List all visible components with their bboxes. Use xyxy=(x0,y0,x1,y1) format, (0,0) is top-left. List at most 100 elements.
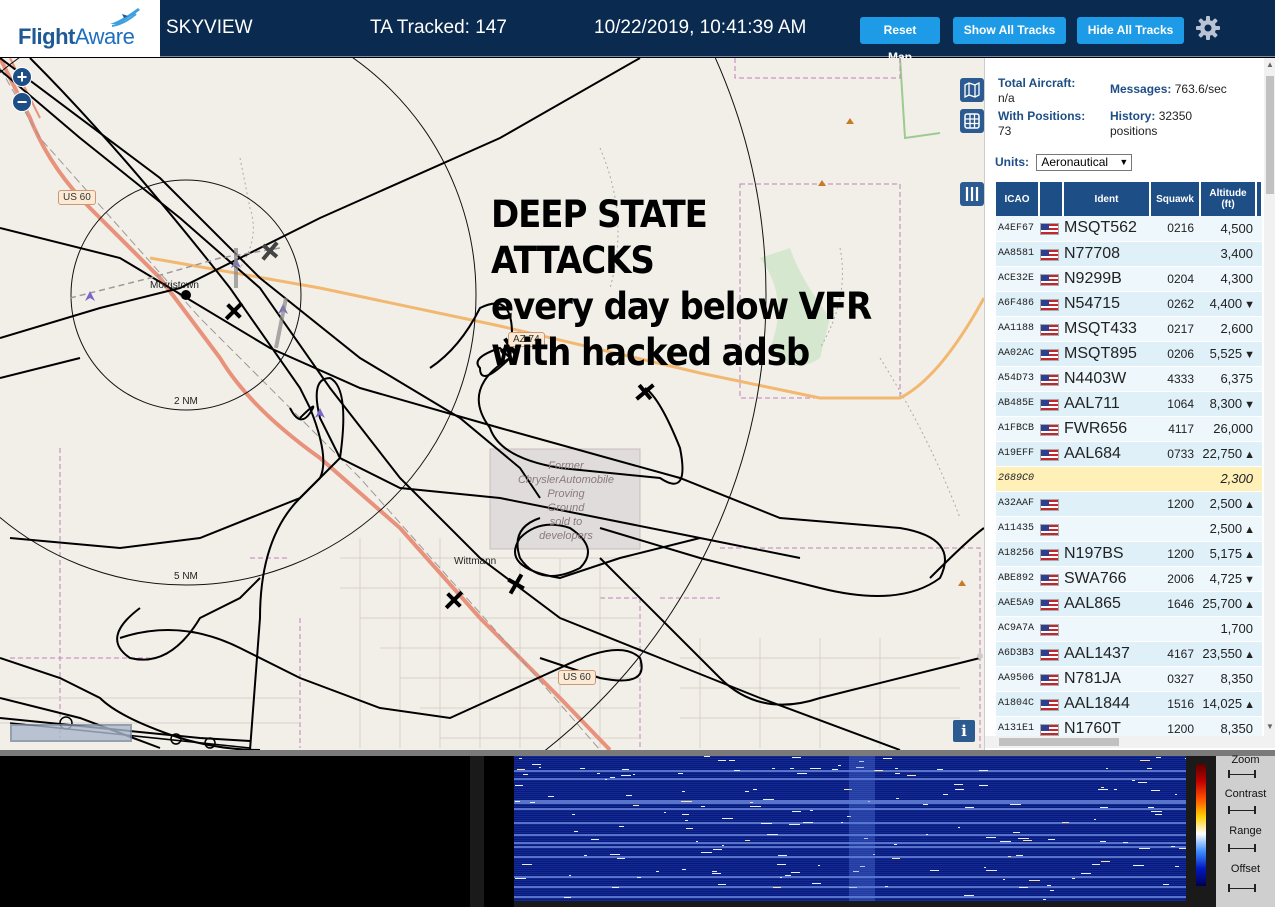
zoom-in-button[interactable]: + xyxy=(12,67,32,87)
contrast-slider[interactable] xyxy=(1228,806,1256,814)
zoom-label: Zoom xyxy=(1231,754,1260,766)
cell-pad xyxy=(1256,691,1262,717)
cell-ident xyxy=(1063,616,1150,642)
cell-icao: ACE32E xyxy=(996,266,1039,292)
cell-squawk xyxy=(1150,466,1200,492)
cell-squawk: 4117 xyxy=(1150,416,1200,442)
spectrogram-waterfall[interactable] xyxy=(514,756,1186,901)
total-aircraft-stat: Total Aircraft: n/a xyxy=(998,76,1075,106)
history-stat: History: 32350 positions xyxy=(1110,109,1192,139)
cell-ident: N9299B xyxy=(1063,266,1150,292)
cell-squawk: 4167 xyxy=(1150,641,1200,667)
column-header-flag[interactable] xyxy=(1039,182,1064,216)
table-row[interactable]: AAE5A9 AAL865 1646 25,700 ▲ xyxy=(996,591,1262,617)
scroll-up-icon[interactable]: ▲ xyxy=(1266,60,1274,69)
former-site-line: sold to xyxy=(549,516,583,528)
table-row[interactable]: A18256 N197BS 1200 5,175 ▲ xyxy=(996,541,1262,567)
us-flag-icon xyxy=(1040,523,1059,536)
scroll-down-icon[interactable]: ▼ xyxy=(1266,722,1274,731)
logo-accent-text: Aware xyxy=(74,24,135,49)
columns-icon[interactable] xyxy=(960,182,984,206)
zoom-slider[interactable] xyxy=(1228,770,1256,778)
units-select[interactable]: Aeronautical ▼ xyxy=(1036,154,1133,171)
table-row[interactable]: A131E1 N1760T 1200 8,350 xyxy=(996,716,1262,736)
map-view[interactable]: Morristown Wittmann 2 NM 5 NM US 60 AZ 7… xyxy=(0,58,984,750)
scrollbar-thumb[interactable] xyxy=(1266,76,1274,194)
grid-icon[interactable] xyxy=(960,109,984,133)
cell-icao: AA02AC xyxy=(996,341,1039,367)
aircraft-table-container[interactable]: ICAO Ident Squawk Altitude (ft) A4EF67 MSQ… xyxy=(996,182,1262,736)
table-row[interactable]: A54D73 N4403W 4333 6,375 xyxy=(996,366,1262,392)
table-row[interactable]: A1804C AAL1844 1516 14,025 ▲ xyxy=(996,691,1262,717)
table-row[interactable]: A19EFF AAL684 0733 22,750 ▲ xyxy=(996,441,1262,467)
table-row[interactable]: A4EF67 MSQT562 0216 4,500 xyxy=(996,216,1262,242)
hide-all-tracks-button[interactable]: Hide All Tracks xyxy=(1077,17,1184,44)
cell-pad xyxy=(1256,441,1262,467)
us-flag-icon xyxy=(1040,248,1059,261)
zoom-out-button[interactable]: − xyxy=(12,92,32,112)
table-row[interactable]: A11435 2,500 ▲ xyxy=(996,516,1262,542)
altitude-trend-icon: ▲ xyxy=(1244,499,1255,511)
cell-flag xyxy=(1039,691,1063,717)
cell-pad xyxy=(1256,491,1262,517)
place-label-wittmann: Wittmann xyxy=(454,556,497,567)
altitude-trend-icon: ▼ xyxy=(1244,299,1255,311)
altitude-value: 4,500 xyxy=(1220,220,1253,236)
column-header-altitude[interactable]: Altitude (ft) xyxy=(1200,182,1257,216)
altitude-value: 2,300 xyxy=(1220,471,1253,486)
table-row[interactable]: A6F486 N54715 0262 4,400 ▼ xyxy=(996,291,1262,317)
gear-icon[interactable] xyxy=(1195,15,1221,41)
messages-label: Messages: xyxy=(1110,82,1172,96)
range-slider[interactable] xyxy=(1228,844,1256,852)
scrollbar-thumb[interactable] xyxy=(999,738,1119,746)
info-button[interactable]: i xyxy=(953,720,975,742)
altitude-value: 4,725 xyxy=(1209,571,1243,586)
table-row[interactable]: AA8581 N77708 3,400 xyxy=(996,241,1262,267)
table-row[interactable]: AA1188 MSQT433 0217 2,600 xyxy=(996,316,1262,342)
cell-ident: N4403W xyxy=(1063,366,1150,392)
table-row[interactable]: A32AAF 1200 2,500 ▲ xyxy=(996,491,1262,517)
cell-altitude: 8,350 xyxy=(1200,666,1256,692)
table-row[interactable]: AA9506 N781JA 0327 8,350 xyxy=(996,666,1262,692)
cell-icao: A6D3B3 xyxy=(996,641,1039,667)
cell-altitude: 5,175 ▲ xyxy=(1200,541,1256,567)
flightaware-logo[interactable]: FlightAware xyxy=(0,0,160,57)
column-header-ident[interactable]: Ident xyxy=(1063,182,1151,216)
aircraft-table-body: A4EF67 MSQT562 0216 4,500 AA8581 N77708 3,400 A… xyxy=(996,216,1262,736)
cell-pad xyxy=(1256,716,1262,736)
cell-ident: AAL1437 xyxy=(1063,641,1150,667)
cell-squawk xyxy=(1150,616,1200,642)
cell-icao: A6F486 xyxy=(996,291,1039,317)
cell-squawk: 1516 xyxy=(1150,691,1200,717)
show-all-tracks-button[interactable]: Show All Tracks xyxy=(953,17,1066,44)
column-header-squawk[interactable]: Squawk xyxy=(1150,182,1201,216)
aircraft-table: ICAO Ident Squawk Altitude (ft) A4EF67 MSQ… xyxy=(996,182,1262,736)
table-row[interactable]: AA02AC MSQT895 0206 5,525 ▼ xyxy=(996,341,1262,367)
offset-slider[interactable] xyxy=(1228,884,1256,892)
sidebar-horizontal-scrollbar[interactable] xyxy=(985,736,1275,748)
table-row[interactable]: 2689C0 2,300 xyxy=(996,466,1262,492)
table-row[interactable]: A6D3B3 AAL1437 4167 23,550 ▲ xyxy=(996,641,1262,667)
table-row[interactable]: A1FBCB FWR656 4117 26,000 xyxy=(996,416,1262,442)
table-row[interactable]: ACE32E N9299B 0204 4,300 xyxy=(996,266,1262,292)
former-site-line: ChryslerAutomobile xyxy=(518,474,614,486)
column-header-icao[interactable]: ICAO xyxy=(996,182,1040,216)
altitude-value: 2,500 xyxy=(1209,496,1243,511)
cell-ident: AAL1844 xyxy=(1063,691,1150,717)
altitude-value: 5,175 xyxy=(1209,546,1243,561)
map-layers-icon[interactable] xyxy=(960,78,984,102)
altitude-value: 6,375 xyxy=(1220,371,1253,386)
us-flag-icon xyxy=(1040,348,1059,361)
cell-altitude: 2,300 xyxy=(1200,466,1256,492)
sidebar-vertical-scrollbar[interactable]: ▲ ▼ xyxy=(1264,58,1275,736)
cell-squawk: 0206 xyxy=(1150,341,1200,367)
us-flag-icon xyxy=(1040,498,1059,511)
table-row[interactable]: AB485E AAL711 1064 8,300 ▼ xyxy=(996,391,1262,417)
map-canvas[interactable] xyxy=(0,58,984,750)
table-row[interactable]: AC9A7A 1,700 xyxy=(996,616,1262,642)
altitude-value: 14,025 xyxy=(1202,696,1243,711)
cell-altitude: 2,500 ▲ xyxy=(1200,516,1256,542)
reset-map-button[interactable]: Reset Map xyxy=(860,17,940,64)
us-flag-icon xyxy=(1040,448,1059,461)
table-row[interactable]: ABE892 SWA766 2006 4,725 ▼ xyxy=(996,566,1262,592)
